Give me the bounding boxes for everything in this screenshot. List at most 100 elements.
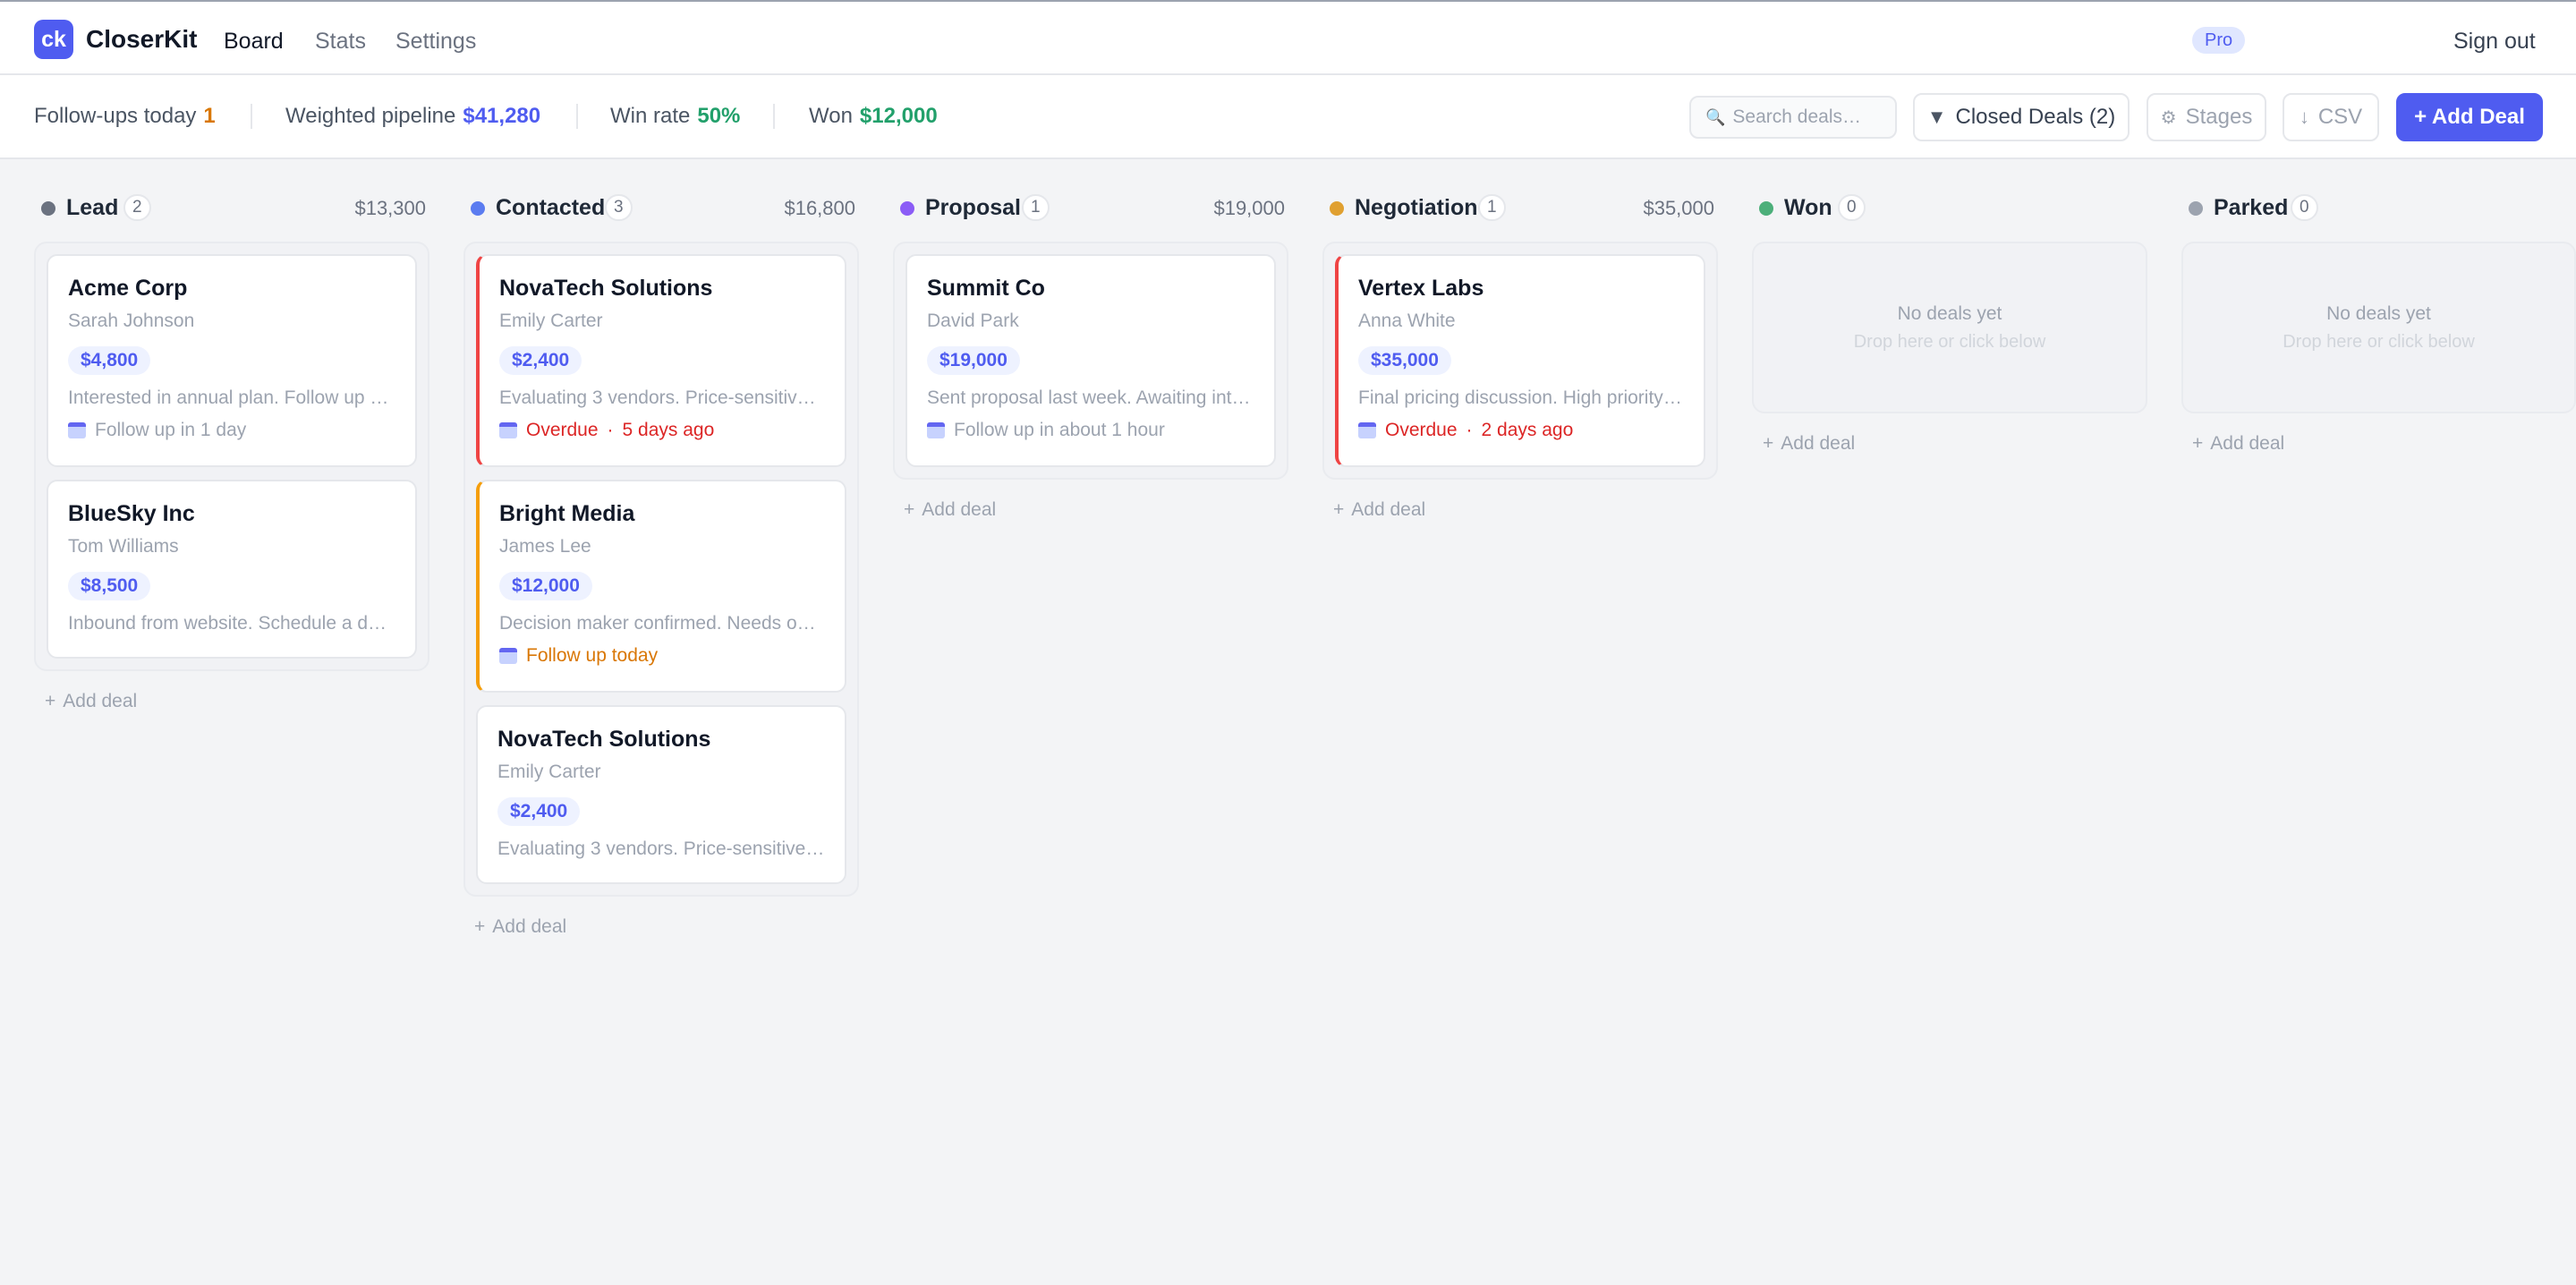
overdue-status: Overdue	[526, 420, 599, 440]
nav-settings[interactable]: Settings	[395, 29, 476, 55]
deal-contact: Anna White	[1358, 311, 1456, 331]
column-header: Contacted 3 $16,800	[463, 179, 859, 236]
csv-export-button[interactable]: ↓ CSV	[2283, 93, 2379, 141]
plus-icon: +	[2192, 433, 2204, 454]
nav-board[interactable]: Board	[224, 29, 284, 55]
column-parked: Parked 0 No deals yet Drop here or click…	[2181, 179, 2576, 455]
won-value: $12,000	[859, 104, 938, 128]
nav-stats[interactable]: Stats	[315, 29, 366, 55]
add-deal-button[interactable]: + Add Deal	[2396, 93, 2543, 141]
column-title: Proposal	[925, 195, 1021, 220]
csv-label: CSV	[2317, 105, 2363, 129]
deal-amount: $2,400	[499, 346, 582, 375]
deal-title: Acme Corp	[68, 276, 188, 301]
add-deal-label: Add deal	[492, 916, 567, 937]
deal-card[interactable]: Bright Media James Lee $12,000 Decision …	[476, 480, 846, 693]
deal-title: Vertex Labs	[1358, 276, 1484, 301]
column-total: $19,000	[1213, 197, 1285, 219]
add-deal-link[interactable]: + Add deal	[904, 499, 1288, 521]
followups-label: Follow-ups today	[34, 104, 197, 128]
followups-stat: Follow-ups today 1	[34, 104, 216, 129]
stage-dot-icon	[900, 201, 914, 216]
search-input[interactable]: 🔍 Search deals…	[1689, 96, 1897, 139]
empty-hint: Drop here or click below	[2283, 331, 2475, 352]
empty-drop-zone[interactable]: No deals yet Drop here or click below	[2181, 242, 2576, 413]
deal-note: Evaluating 3 vendors. Price-sensitive. S…	[497, 838, 825, 859]
card-lane[interactable]: Acme Corp Sarah Johnson $4,800 Intereste…	[34, 242, 429, 671]
deal-card[interactable]: Vertex Labs Anna White $35,000 Final pri…	[1335, 254, 1705, 467]
logo-icon[interactable]: ck	[34, 20, 73, 59]
add-deal-link[interactable]: + Add deal	[1333, 499, 1718, 521]
column-proposal: Proposal 1 $19,000 Summit Co David Park …	[893, 179, 1288, 521]
card-lane[interactable]: Vertex Labs Anna White $35,000 Final pri…	[1322, 242, 1718, 480]
stages-button[interactable]: ⚙ Stages	[2147, 93, 2266, 141]
deal-followup: Follow up in about 1 hour	[927, 420, 1254, 441]
column-count: 2	[123, 194, 151, 221]
deal-contact: Tom Williams	[68, 536, 179, 557]
search-placeholder: Search deals…	[1732, 106, 1861, 127]
deal-card[interactable]: NovaTech Solutions Emily Carter $2,400 E…	[476, 254, 846, 467]
plus-icon: +	[45, 691, 56, 711]
calendar-icon	[499, 648, 517, 664]
column-title: Won	[1784, 195, 1832, 220]
winrate-label: Win rate	[610, 104, 691, 128]
column-negotiation: Negotiation 1 $35,000 Vertex Labs Anna W…	[1322, 179, 1718, 521]
empty-hint: Drop here or click below	[1853, 331, 2046, 352]
deal-amount: $12,000	[499, 572, 592, 600]
deal-title: Bright Media	[499, 501, 635, 526]
sign-out-link[interactable]: Sign out	[2453, 29, 2536, 55]
followup-text: Follow up today	[526, 645, 659, 666]
plan-badge: Pro	[2192, 27, 2246, 54]
download-icon: ↓	[2299, 106, 2309, 128]
divider	[251, 104, 252, 129]
column-count: 1	[1478, 194, 1506, 221]
deal-amount: $35,000	[1358, 346, 1451, 375]
overdue-status: Overdue	[1385, 420, 1458, 440]
divider	[576, 104, 578, 129]
add-deal-label: Add deal	[1351, 499, 1426, 520]
deal-card[interactable]: BlueSky Inc Tom Williams $8,500 Inbound …	[47, 480, 417, 659]
column-title: Negotiation	[1355, 195, 1478, 220]
deal-note: Sent proposal last week. Awaiting intern…	[927, 387, 1254, 408]
deal-card[interactable]: Acme Corp Sarah Johnson $4,800 Intereste…	[47, 254, 417, 467]
search-icon: 🔍	[1705, 107, 1726, 126]
deal-contact: Emily Carter	[497, 762, 601, 782]
column-count: 1	[1022, 194, 1050, 221]
calendar-icon	[68, 422, 86, 438]
deal-amount: $2,400	[497, 797, 581, 826]
add-deal-label: Add deal	[2210, 433, 2285, 454]
add-deal-link[interactable]: + Add deal	[45, 691, 429, 712]
calendar-icon	[1358, 422, 1376, 438]
overdue-detail: 5 days ago	[622, 420, 715, 440]
followups-value: 1	[203, 104, 216, 128]
deal-note: Final pricing discussion. High priority …	[1358, 387, 1684, 408]
column-count: 3	[605, 194, 633, 221]
column-total: $35,000	[1643, 197, 1714, 219]
card-lane[interactable]: NovaTech Solutions Emily Carter $2,400 E…	[463, 242, 859, 897]
deal-amount: $4,800	[68, 346, 151, 375]
add-deal-link[interactable]: + Add deal	[474, 916, 859, 938]
deal-title: Summit Co	[927, 276, 1045, 301]
column-header: Lead 2 $13,300	[34, 179, 429, 236]
followup-text: Follow up in about 1 hour	[954, 420, 1165, 440]
app-name[interactable]: CloserKit	[86, 25, 197, 54]
stage-dot-icon	[2189, 201, 2203, 216]
card-lane[interactable]: Summit Co David Park $19,000 Sent propos…	[893, 242, 1288, 480]
empty-drop-zone[interactable]: No deals yet Drop here or click below	[1752, 242, 2147, 413]
deal-amount: $8,500	[68, 572, 151, 600]
empty-title: No deals yet	[1897, 302, 2002, 324]
column-header: Negotiation 1 $35,000	[1322, 179, 1718, 236]
deal-contact: Emily Carter	[499, 311, 603, 331]
won-label: Won	[809, 104, 853, 128]
add-deal-link[interactable]: + Add deal	[2192, 433, 2576, 455]
stage-dot-icon	[1330, 201, 1344, 216]
plus-icon: +	[904, 499, 915, 520]
plus-icon: +	[1333, 499, 1345, 520]
bullet-separator: ·	[1466, 420, 1473, 440]
deal-card[interactable]: Summit Co David Park $19,000 Sent propos…	[905, 254, 1276, 467]
deal-card[interactable]: NovaTech Solutions Emily Carter $2,400 E…	[476, 705, 846, 884]
column-header: Won 0	[1752, 179, 2147, 236]
closed-deals-button[interactable]: ▼ Closed Deals (2)	[1913, 93, 2130, 141]
add-deal-link[interactable]: + Add deal	[1763, 433, 2147, 455]
add-deal-label: Add deal	[922, 499, 997, 520]
